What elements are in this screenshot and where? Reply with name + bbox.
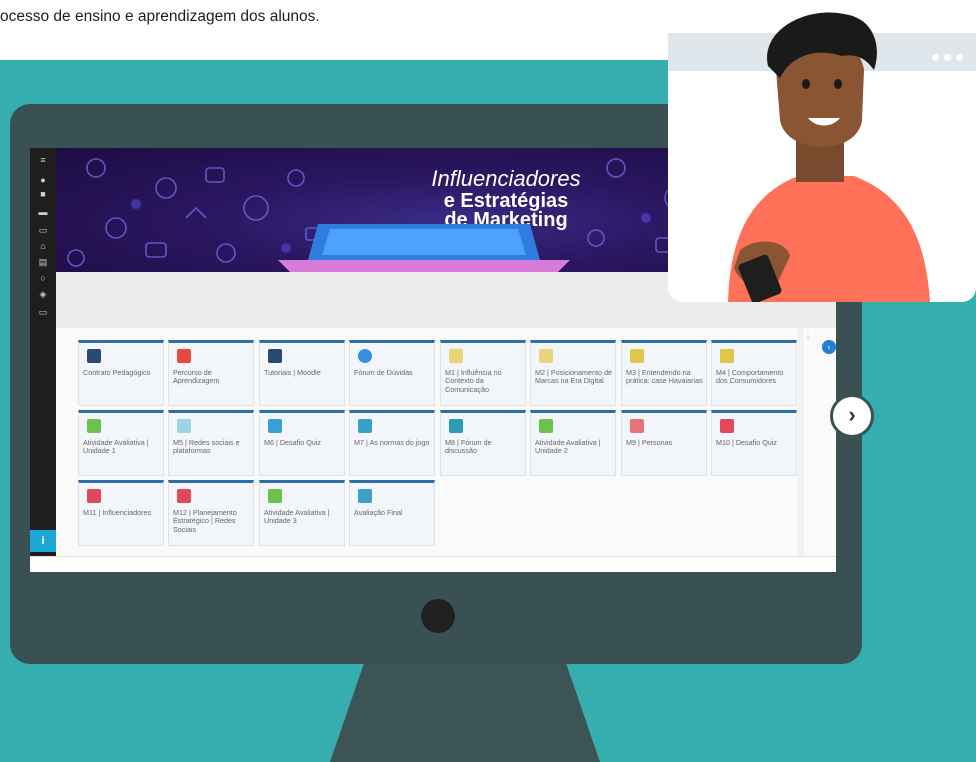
course-module-grid: Contrato Pedagógico Percurso de Aprendiz… bbox=[56, 328, 836, 556]
footer-strip bbox=[30, 556, 836, 572]
module-tile[interactable]: M3 | Entendendo na prática: case Havaian… bbox=[621, 340, 707, 406]
module-label: M6 | Desafio Quiz bbox=[264, 438, 321, 447]
module-icon bbox=[177, 419, 191, 433]
home-icon[interactable]: ⌂ bbox=[38, 242, 48, 251]
module-label: Percurso de Aprendizagem bbox=[173, 368, 220, 386]
module-icon bbox=[358, 419, 372, 433]
module-label: M2 | Posicionamento de Marcas na Era Dig… bbox=[535, 368, 612, 386]
module-tile[interactable]: M9 | Personas bbox=[621, 410, 707, 476]
module-label: Avaliação Final bbox=[354, 508, 403, 517]
module-label: M3 | Entendendo na prática: case Havaian… bbox=[626, 368, 703, 386]
module-label: Tutoriais | Moodle bbox=[264, 368, 321, 377]
module-tile[interactable]: M7 | As normas do jogo bbox=[349, 410, 435, 476]
next-slide-button[interactable]: › bbox=[830, 394, 874, 438]
module-tile[interactable]: M10 | Desafio Quiz bbox=[711, 410, 797, 476]
module-label: M11 | Influenciadores bbox=[83, 508, 152, 517]
monitor-icon[interactable]: ▭ bbox=[38, 226, 48, 235]
video-window bbox=[668, 0, 976, 302]
module-tile[interactable]: M12 | Planejamento Estratégico | Redes S… bbox=[168, 480, 254, 546]
module-tile[interactable]: Avaliação Final bbox=[349, 480, 435, 546]
module-icon bbox=[268, 349, 282, 363]
lms-sidebar: ≡ ● ■ ▬ ▭ ⌂ ▤ ○ ◈ ▭ i bbox=[30, 148, 56, 572]
lock-icon[interactable]: ■ bbox=[38, 190, 48, 199]
module-label: Atividade Avaliativa | Unidade 2 bbox=[535, 438, 601, 456]
module-tile[interactable]: M6 | Desafio Quiz bbox=[259, 410, 345, 476]
module-icon bbox=[630, 419, 644, 433]
module-label: M7 | As normas do jogo bbox=[354, 438, 430, 447]
intro-text: ocesso de ensino e aprendizagem dos alun… bbox=[0, 8, 320, 25]
module-label: Atividade Avaliativa | Unidade 3 bbox=[264, 508, 330, 526]
module-icon bbox=[87, 349, 101, 363]
module-icon bbox=[449, 419, 463, 433]
module-label: Contrato Pedagógico bbox=[83, 368, 151, 377]
module-icon bbox=[268, 489, 282, 503]
module-label: M4 | Comportamento dos Consumidores bbox=[716, 368, 784, 386]
module-icon bbox=[177, 349, 191, 363]
module-icon bbox=[539, 419, 553, 433]
archive-icon[interactable]: ▭ bbox=[38, 308, 48, 317]
module-tile[interactable]: Atividade Avaliativa | Unidade 1 bbox=[78, 410, 164, 476]
module-tile[interactable]: M4 | Comportamento dos Consumidores bbox=[711, 340, 797, 406]
module-icon bbox=[87, 489, 101, 503]
settings-icon[interactable]: ◈ bbox=[38, 290, 48, 299]
module-tile[interactable]: Fórum de Dúvidas bbox=[349, 340, 435, 406]
folder-icon[interactable]: ▬ bbox=[38, 208, 48, 217]
webcam-dot bbox=[421, 599, 455, 633]
module-label: Atividade Avaliativa | Unidade 1 bbox=[83, 438, 149, 456]
user-icon[interactable]: ● bbox=[38, 176, 48, 185]
module-tile[interactable]: M8 | Fórum de discussão bbox=[440, 410, 526, 476]
scrollbar[interactable] bbox=[798, 328, 804, 556]
module-icon bbox=[630, 349, 644, 363]
calendar-icon[interactable]: ▤ bbox=[38, 258, 48, 267]
module-label: M8 | Fórum de discussão bbox=[445, 438, 492, 456]
module-tile[interactable]: M5 | Redes sociais e plataformas bbox=[168, 410, 254, 476]
module-tile[interactable]: Percurso de Aprendizagem bbox=[168, 340, 254, 406]
bell-icon[interactable]: ○ bbox=[38, 274, 48, 283]
monitor-stand bbox=[330, 652, 600, 762]
module-label: Fórum de Dúvidas bbox=[354, 368, 413, 377]
module-tile[interactable]: Contrato Pedagógico bbox=[78, 340, 164, 406]
drawer-toggle-icon[interactable]: ‹ bbox=[822, 340, 836, 354]
module-icon bbox=[539, 349, 553, 363]
chat-icon bbox=[358, 349, 372, 363]
presenter-illustration bbox=[728, 12, 930, 302]
module-label: M5 | Redes sociais e plataformas bbox=[173, 438, 240, 456]
module-icon bbox=[358, 489, 372, 503]
module-tile[interactable]: Atividade Avaliativa | Unidade 2 bbox=[530, 410, 616, 476]
module-label: M1 | Influência no Contexto da Comunicaç… bbox=[445, 368, 502, 394]
module-tile[interactable]: M1 | Influência no Contexto da Comunicaç… bbox=[440, 340, 526, 406]
module-icon bbox=[268, 419, 282, 433]
module-label: M12 | Planejamento Estratégico | Redes S… bbox=[173, 508, 237, 534]
module-icon bbox=[87, 419, 101, 433]
module-icon bbox=[449, 349, 463, 363]
module-tile[interactable]: M2 | Posicionamento de Marcas na Era Dig… bbox=[530, 340, 616, 406]
chevron-right-icon: › bbox=[848, 402, 856, 427]
module-label: M10 | Desafio Quiz bbox=[716, 438, 777, 447]
module-icon bbox=[720, 349, 734, 363]
menu-icon[interactable]: ≡ bbox=[38, 156, 48, 165]
module-icon bbox=[720, 419, 734, 433]
module-tile[interactable]: Tutoriais | Moodle bbox=[259, 340, 345, 406]
module-icon bbox=[177, 489, 191, 503]
module-tile[interactable]: Atividade Avaliativa | Unidade 3 bbox=[259, 480, 345, 546]
info-icon[interactable]: i bbox=[30, 530, 56, 552]
kebab-icon[interactable]: ⋮ bbox=[804, 332, 812, 341]
laptop-illustration bbox=[278, 224, 570, 272]
module-label: M9 | Personas bbox=[626, 438, 673, 447]
module-tile[interactable]: M11 | Influenciadores bbox=[78, 480, 164, 546]
